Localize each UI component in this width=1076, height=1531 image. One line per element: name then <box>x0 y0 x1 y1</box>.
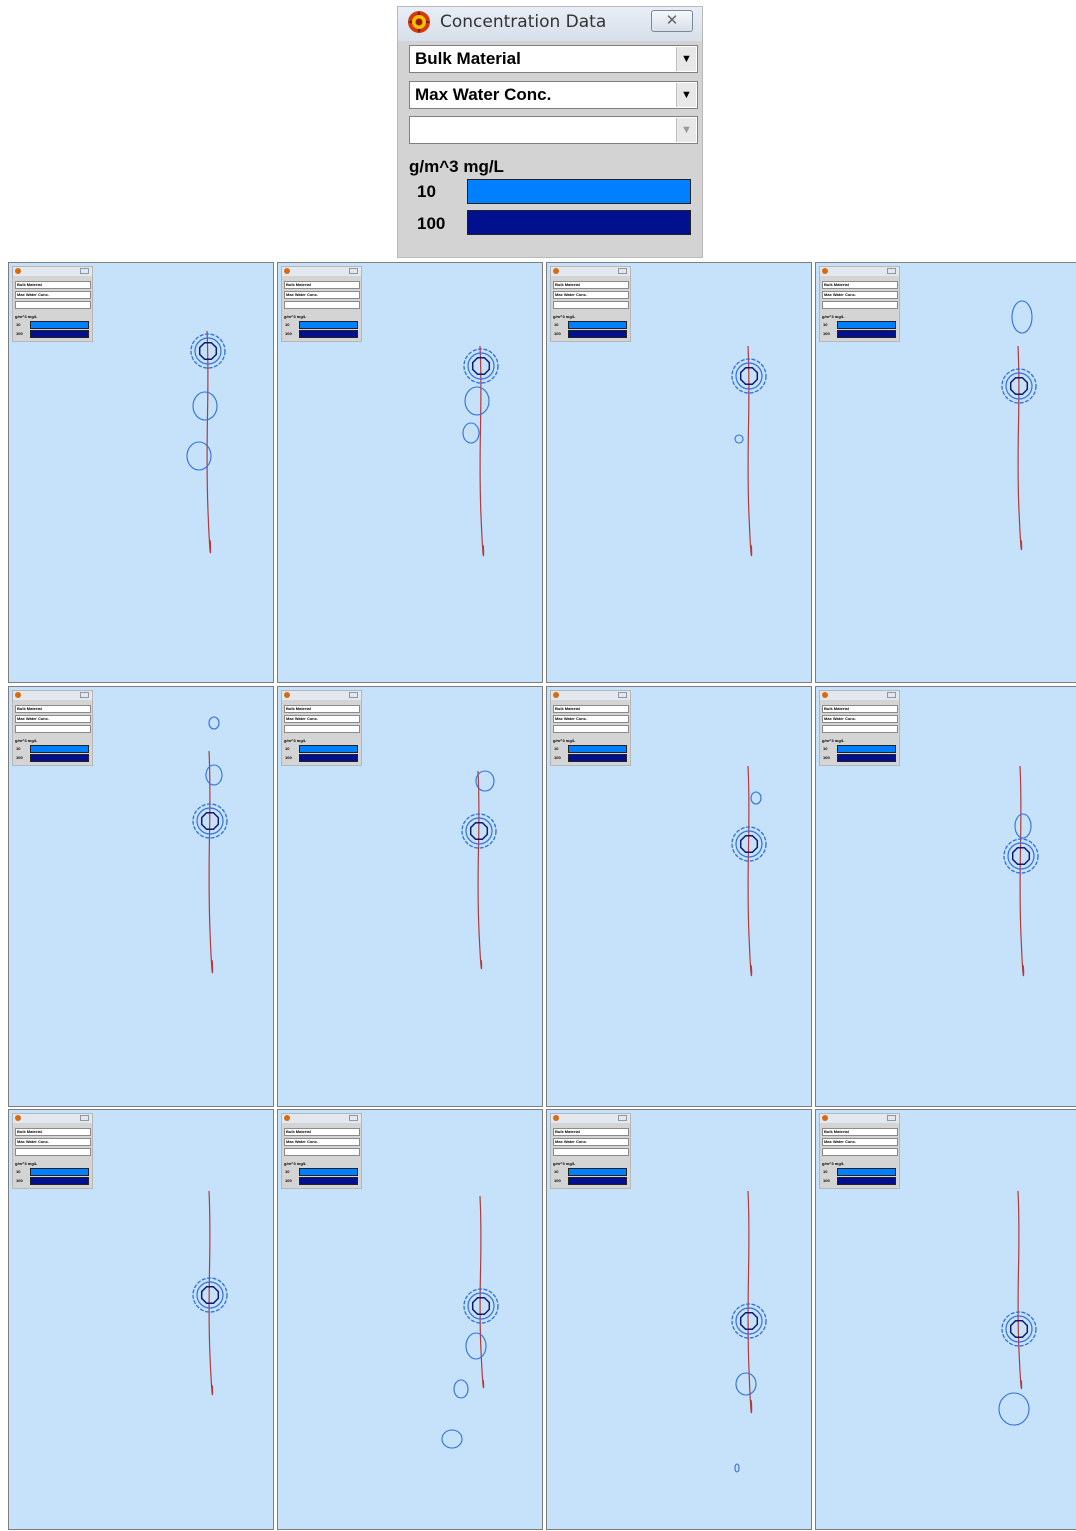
contour-patch-2 <box>453 1379 469 1399</box>
drift-track-line <box>1017 1190 1023 1390</box>
drift-track-line <box>1017 345 1023 551</box>
simulation-frame-8: Bulk Material Max Water Conc. g/m^3 mg/L 10… <box>815 686 1076 1107</box>
contour-100-ring <box>739 1311 759 1331</box>
units-label: g/m^3 mg/L <box>409 157 504 176</box>
contour-10-inner-ring <box>196 1281 224 1309</box>
plume-view <box>192 1190 228 1396</box>
contour-10-ring <box>192 1277 228 1313</box>
simulation-frame-10: Bulk Material Max Water Conc. g/m^3 mg/L 10… <box>277 1109 543 1530</box>
plume-view <box>1001 300 1037 551</box>
plume-view <box>462 345 499 557</box>
drift-track-line <box>747 1190 753 1414</box>
simulation-frame-5: Bulk Material Max Water Conc. g/m^3 mg/L 10… <box>8 686 274 1107</box>
drift-track-line <box>479 345 485 557</box>
contour-patch-3 <box>441 1429 463 1449</box>
drift-track-line <box>747 345 753 557</box>
contour-patch-1 <box>735 1372 757 1396</box>
plume-view <box>1003 765 1039 977</box>
contour-patch-1 <box>1014 813 1032 839</box>
close-button[interactable]: ✕ <box>651 10 693 32</box>
contour-patch-2 <box>462 422 480 444</box>
simulation-frame-2: Bulk Material Max Water Conc. g/m^3 mg/L 10… <box>277 262 543 683</box>
chevron-down-icon[interactable]: ▼ <box>676 47 696 71</box>
simulation-frame-11: Bulk Material Max Water Conc. g/m^3 mg/L 10… <box>546 1109 812 1530</box>
simulation-frame-1: Bulk Material Max Water Conc. g/m^3 mg/L 10… <box>8 262 274 683</box>
contour-patch-1 <box>998 1392 1030 1426</box>
contour-patch-1 <box>734 434 744 444</box>
plume-view <box>186 330 226 554</box>
legend-swatch-10 <box>467 179 691 204</box>
contour-patch-2 <box>205 764 223 786</box>
chevron-down-icon[interactable]: ▼ <box>676 118 696 142</box>
window-title: Concentration Data <box>440 12 607 32</box>
contour-patch-1 <box>465 1332 487 1360</box>
contour-100-ring <box>200 1285 220 1305</box>
contour-10-inner-ring <box>735 1307 763 1335</box>
plume-view <box>731 1190 767 1473</box>
contour-patch-1 <box>1011 300 1033 334</box>
legend-swatch-100 <box>467 210 691 235</box>
window-titlebar[interactable]: Concentration Data ✕ <box>398 7 702 41</box>
contour-patch-1 <box>208 716 220 730</box>
legend-label-100: 100 <box>417 214 446 233</box>
simulation-frame-7: Bulk Material Max Water Conc. g/m^3 mg/L 10… <box>546 686 812 1107</box>
material-dropdown[interactable]: Bulk Material ▼ <box>409 45 698 73</box>
contour-patch-2 <box>734 1463 740 1473</box>
concentration-type-dropdown[interactable]: Max Water Conc. ▼ <box>409 81 698 109</box>
plume-view <box>731 765 767 977</box>
contour-10-inner-ring <box>467 1292 495 1320</box>
close-icon: ✕ <box>665 12 679 29</box>
drift-track-line <box>477 770 483 970</box>
plume-view <box>461 770 497 970</box>
contour-patch-1 <box>464 386 490 416</box>
drift-track-line <box>1019 765 1025 977</box>
drift-track-line <box>208 1190 214 1396</box>
empty-dropdown[interactable]: ▼ <box>409 116 698 144</box>
chevron-down-icon[interactable]: ▼ <box>676 83 696 107</box>
contour-10-ring <box>731 1303 767 1339</box>
contour-100-ring <box>471 1296 491 1316</box>
plume-view <box>192 716 228 974</box>
app-logo-icon <box>408 11 430 33</box>
plume-view <box>441 1195 499 1449</box>
concentration-type-dropdown-value: Max Water Conc. <box>415 85 552 104</box>
legend-label-10: 10 <box>417 182 436 201</box>
simulation-frame-12: Bulk Material Max Water Conc. g/m^3 mg/L 10… <box>815 1109 1076 1530</box>
simulation-frame-9: Bulk Material Max Water Conc. g/m^3 mg/L 10… <box>8 1109 274 1530</box>
contour-patch-1 <box>750 791 762 805</box>
plume-view <box>731 345 767 557</box>
concentration-data-window: Concentration Data ✕ Bulk Material ▼ Max… <box>397 6 703 258</box>
material-dropdown-value: Bulk Material <box>415 49 521 68</box>
contour-patch-1 <box>192 391 218 421</box>
drift-track-line <box>479 1195 485 1389</box>
simulation-frame-6: Bulk Material Max Water Conc. g/m^3 mg/L 10… <box>277 686 543 1107</box>
simulation-frame-4: Bulk Material Max Water Conc. g/m^3 mg/L 10… <box>815 262 1076 683</box>
simulation-frame-3: Bulk Material Max Water Conc. g/m^3 mg/L 10… <box>546 262 812 683</box>
contour-10-ring <box>463 1288 499 1324</box>
plume-view <box>998 1190 1037 1426</box>
